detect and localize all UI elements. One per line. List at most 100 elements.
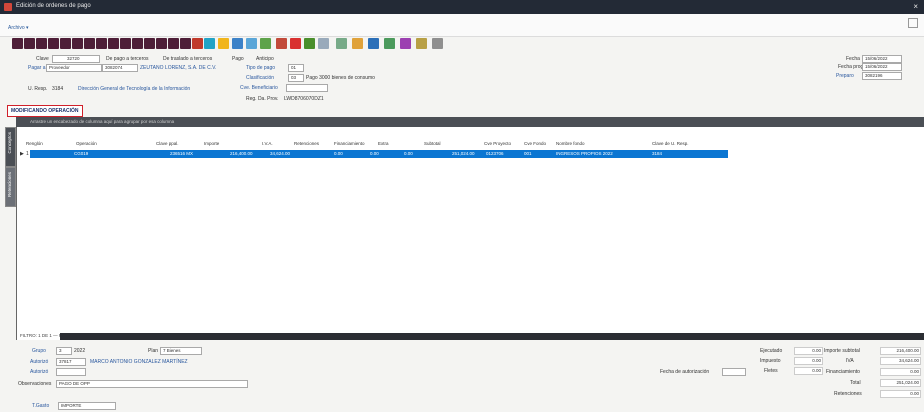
plan-label: Plan [148,348,159,354]
tag-icon[interactable] [204,38,215,49]
grupo-field[interactable]: 3 [56,347,72,355]
total-label: Total [850,380,861,386]
cve-beneficiario-field[interactable] [286,84,328,92]
print-preview-icon[interactable] [416,38,427,49]
col-importe[interactable]: Importe [204,141,219,146]
prev-icon[interactable] [72,38,83,49]
plan-field[interactable]: 7 Bienes [160,347,202,355]
col-proyecto[interactable]: Cve Proyecto [484,141,511,146]
elaboro-field[interactable]: 3082196 [862,72,902,80]
col-extra[interactable]: Extra [378,141,389,146]
chart-icon[interactable] [336,38,347,49]
clasificacion-field[interactable]: 03 [288,74,304,82]
user-icon[interactable] [276,38,287,49]
ejecutado-value: 0.00 [794,347,823,355]
paste-icon[interactable] [156,38,167,49]
observaciones-field[interactable]: PAGO DE OPP [56,380,248,388]
col-fondo[interactable]: Cve Fondo [524,141,546,146]
history-icon[interactable] [180,38,191,49]
new-icon[interactable] [12,38,23,49]
grupo-label: Grupo [32,348,46,354]
col-subtotal[interactable]: Subtotal [424,141,441,146]
anticipo-radio[interactable]: Anticipo [256,56,274,62]
search-icon[interactable] [232,38,243,49]
col-iva[interactable]: I.V.A. [262,141,273,146]
cell-fondo[interactable]: 001 [524,151,532,156]
cell-proyecto[interactable]: 0123706 [486,151,504,156]
fecha-aut-field[interactable] [722,368,746,376]
fecha-field[interactable]: 15/06/2022 [862,55,902,63]
users-icon[interactable] [368,38,379,49]
close-icon[interactable]: × [913,2,918,11]
financiamiento-label: Financiamiento [826,369,860,375]
grid-header: Renglón Operación Clave ppal. Importe I.… [16,140,736,148]
col-ures[interactable]: Clave de U. Resp. [652,141,689,146]
first-icon[interactable] [60,38,71,49]
col-financiamiento[interactable]: Financiamiento [334,141,365,146]
export-icon[interactable] [132,38,143,49]
autorizo-code-field[interactable]: 37817 [56,358,86,366]
table-row[interactable]: CG019 236516 MX 216,400.00 34,624.00 0.0… [30,150,728,158]
print-icon[interactable] [120,38,131,49]
help-icon[interactable] [908,18,918,28]
tipo-pago-field[interactable]: 01 [288,64,304,72]
cell-operacion[interactable]: CG019 [74,151,88,156]
edit-icon[interactable] [36,38,47,49]
cell-extra[interactable]: 0.00 [404,151,413,156]
globe-icon[interactable] [304,38,315,49]
cell-retenciones[interactable]: 0.00 [334,151,343,156]
find-icon[interactable] [246,38,257,49]
pagar-a-label: Pagar a [28,65,46,71]
de-pago-label[interactable]: De pago a terceros [106,56,149,62]
report-icon[interactable] [352,38,363,49]
col-operacion[interactable]: Operación [76,141,97,146]
tab-retenciones[interactable]: Retenciones [5,167,16,207]
reg-fed-value: LWD8706070DZ1 [284,96,324,102]
cell-clave[interactable]: 236516 MX [170,151,193,156]
cell-financiamiento[interactable]: 0.00 [370,151,379,156]
pagar-a-code-field[interactable]: 3082074 [102,64,138,72]
retenciones-label: Retenciones [834,391,862,397]
menu-file[interactable]: Archivo ▾ [8,25,29,31]
delete-icon[interactable] [48,38,59,49]
flag-icon[interactable] [192,38,203,49]
copy-icon[interactable] [144,38,155,49]
cancel-icon[interactable] [290,38,301,49]
check-icon[interactable] [260,38,271,49]
iva-value: 34,624.00 [880,357,921,365]
pago-radio[interactable]: Pago [232,56,244,62]
pagar-a-type-select[interactable]: Proveedor [46,64,102,72]
col-retenciones[interactable]: Retenciones [294,141,319,146]
fletes-label: Fletes [764,368,778,374]
cell-iva[interactable]: 34,624.00 [270,151,290,156]
cell-ures[interactable]: 3184 [652,151,662,156]
total-value: 251,024.00 [880,379,921,387]
cell-nombre-fondo[interactable]: INGRESOS PROPIOS 2022 [556,151,613,156]
upload-icon[interactable] [384,38,395,49]
reg-fed-label: Reg. Da. Prov. [246,96,279,102]
autorizo-label: Autorizó [30,359,49,365]
autorizo2-field[interactable] [56,368,86,376]
settings-icon[interactable] [400,38,411,49]
clave-field[interactable]: 32720 [52,55,100,63]
col-clave[interactable]: Clave ppal. [156,141,179,146]
options-icon[interactable] [432,38,443,49]
cell-importe[interactable]: 216,400.00 [230,151,253,156]
cell-renglon[interactable]: 1 [26,151,29,157]
attach-icon[interactable] [168,38,179,49]
cell-subtotal[interactable]: 251,024.00 [452,151,475,156]
col-nombre-fondo[interactable]: Nombre fondo [556,141,585,146]
next-icon[interactable] [84,38,95,49]
filter-icon[interactable] [218,38,229,49]
link-icon[interactable] [318,38,329,49]
tab-conceptos[interactable]: Conceptos [5,127,16,167]
fecha-prog-field[interactable]: 15/06/2022 [862,63,902,71]
de-traslado-check[interactable]: De traslado a terceros [163,56,212,62]
row-pointer-icon: ▶ [20,151,24,157]
col-renglon[interactable]: Renglón [26,141,43,146]
save-icon[interactable] [24,38,35,49]
refresh-icon[interactable] [108,38,119,49]
last-icon[interactable] [96,38,107,49]
autorizo-name: MARCO ANTONIO GONZALEZ MARTÍNEZ [90,359,188,365]
tiempo-field[interactable]: IMPORTE [58,402,116,410]
